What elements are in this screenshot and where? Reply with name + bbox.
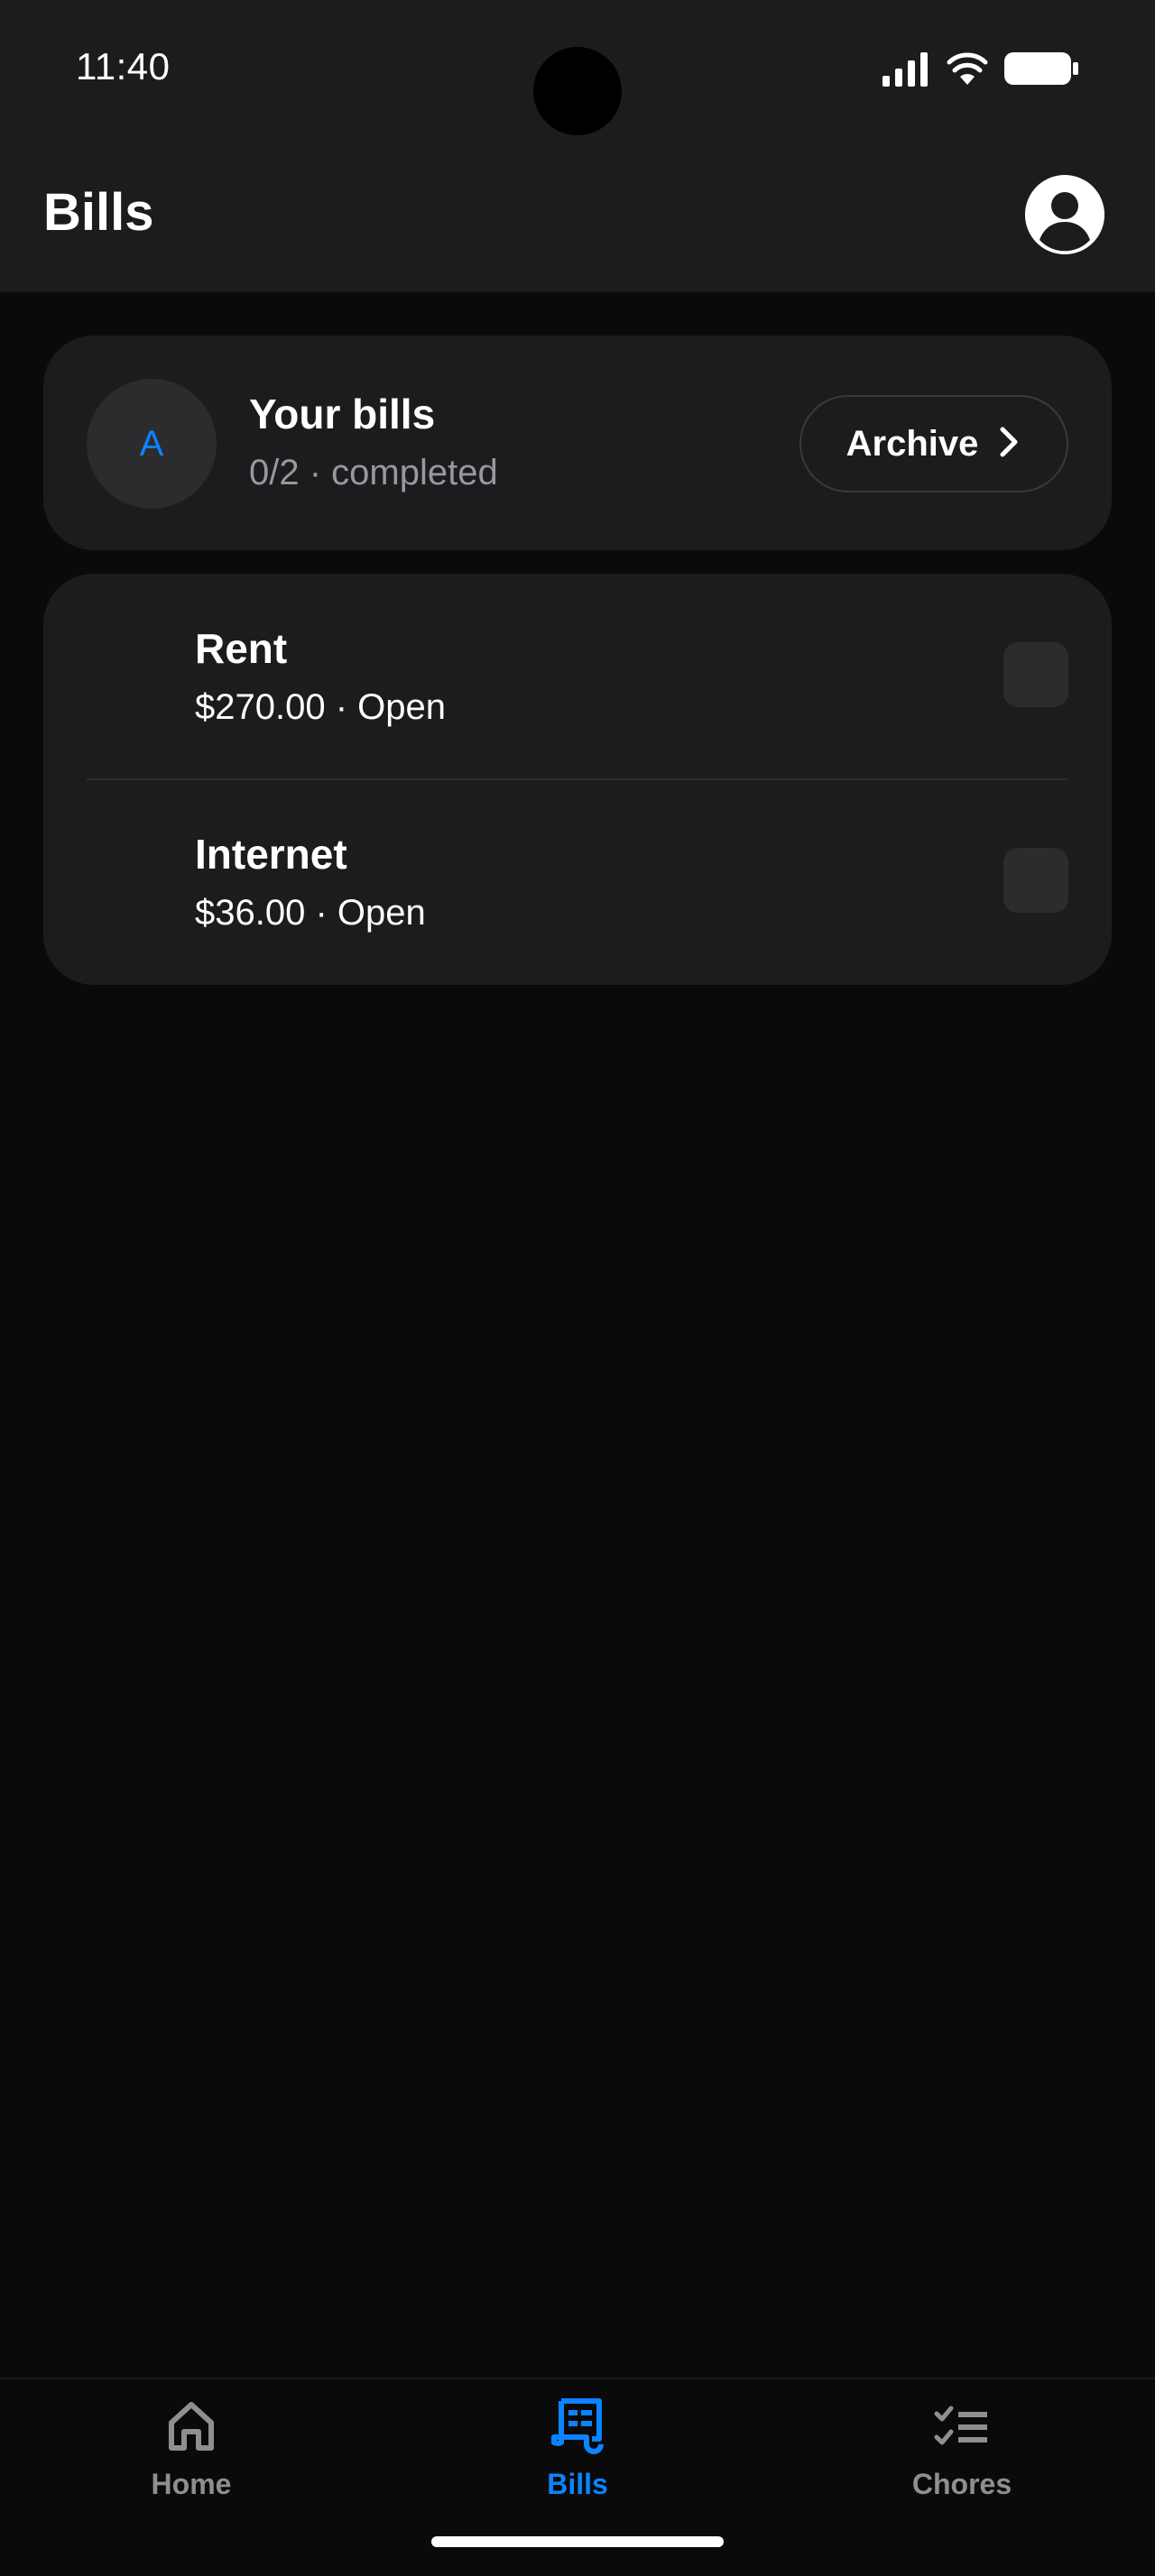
bill-checkbox[interactable]: [1003, 848, 1068, 913]
bill-amount-status: $270.00 · Open: [195, 687, 446, 727]
profile-button[interactable]: [1025, 175, 1104, 254]
bill-checkbox[interactable]: [1003, 642, 1068, 707]
checklist-icon: [933, 2397, 991, 2455]
status-icons: [881, 51, 1079, 90]
status-bar: 11:40: [0, 0, 1155, 144]
receipt-icon: [549, 2397, 606, 2455]
user-avatar: A: [87, 379, 217, 509]
bills-screen: 11:40 Bills A Your bills 0/2 · completed…: [0, 0, 1155, 2576]
page-title: Bills: [43, 183, 154, 242]
home-indicator[interactable]: [431, 2536, 724, 2547]
bills-summary-card: A Your bills 0/2 · completed Archive: [43, 336, 1112, 550]
signal-icon: [881, 51, 931, 91]
home-icon: [162, 2397, 220, 2455]
nav-item-home[interactable]: Home: [56, 2397, 327, 2515]
summary-title: Your bills: [249, 391, 436, 437]
bill-amount-status: $36.00 · Open: [195, 893, 426, 933]
nav-label-chores: Chores: [911, 2468, 1012, 2500]
bills-list: Rent $270.00 · Open Internet $36.00 · Op…: [43, 574, 1112, 985]
bill-row-internet[interactable]: Internet $36.00 · Open: [43, 779, 1112, 985]
battery-icon: [1003, 51, 1079, 91]
nav-item-bills[interactable]: Bills: [442, 2397, 713, 2515]
archive-label: Archive: [845, 423, 979, 464]
app-bar: Bills: [0, 144, 1155, 292]
nav-item-chores[interactable]: Chores: [827, 2397, 1097, 2515]
chevron-right-icon: [996, 426, 1021, 463]
archive-button[interactable]: Archive: [799, 395, 1068, 492]
bill-name: Internet: [195, 831, 347, 878]
account-circle-icon: [1025, 175, 1104, 254]
camera-cutout: [533, 47, 622, 135]
nav-label-bills: Bills: [547, 2468, 608, 2500]
status-time: 11:40: [76, 45, 171, 87]
bill-row-rent[interactable]: Rent $270.00 · Open: [43, 574, 1112, 780]
nav-label-home: Home: [151, 2468, 232, 2500]
wifi-icon: [946, 51, 989, 91]
bill-name: Rent: [195, 625, 288, 672]
completion-status: 0/2 · completed: [249, 453, 498, 492]
